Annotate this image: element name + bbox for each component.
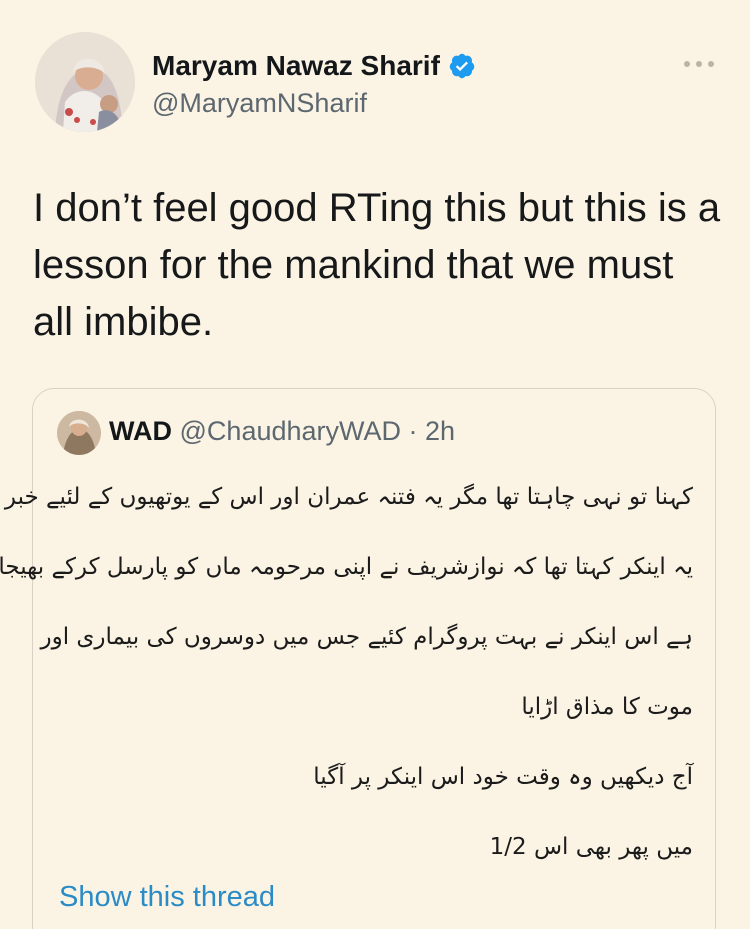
quote-author-name[interactable]: WAD [109,416,172,446]
quote-author-avatar[interactable] [57,411,101,455]
quote-text-line: موت کا مذاق اڑایا [521,694,693,720]
quote-text-line: کہنا تو نہی چاہتا تھا مگر یہ فتنہ عمران … [4,484,693,510]
quote-header: WAD @ChaudharyWAD · 2h [109,416,455,447]
quote-author-handle[interactable]: @ChaudharyWAD [180,416,401,446]
more-options-icon[interactable] [682,58,716,70]
quote-timestamp[interactable]: 2h [425,416,455,446]
verified-badge-icon [449,53,475,79]
quote-avatar-image [57,411,101,455]
author-handle[interactable]: @MaryamNSharif [152,88,367,119]
quote-text-line: میں پھر بھی اس 1/2 [489,834,693,860]
author-name[interactable]: Maryam Nawaz Sharif [152,50,440,82]
tweet-text: I don’t feel good RTing this but this is… [33,186,721,344]
quote-text-line: ہے اس اینکر نے بہت پروگرام کئیے جس میں د… [40,624,694,650]
author-avatar-image [35,32,135,132]
author-name-row: Maryam Nawaz Sharif [152,50,476,82]
quote-text-line: آج دیکھیں وہ وقت خود اس اینکر پر آگیا [313,764,693,790]
quote-text-line: یہ اینکر کہتا تھا کہ نوازشریف نے اپنی مر… [0,554,693,580]
show-thread-link[interactable]: Show this thread [59,881,275,914]
author-avatar[interactable] [35,32,135,132]
tweet-screen: Maryam Nawaz Sharif @MaryamNSharif I don… [0,0,750,929]
quoted-tweet-card[interactable]: WAD @ChaudharyWAD · 2h کہنا تو نہی چاہتا… [0,388,716,929]
quote-separator: · [408,416,418,446]
